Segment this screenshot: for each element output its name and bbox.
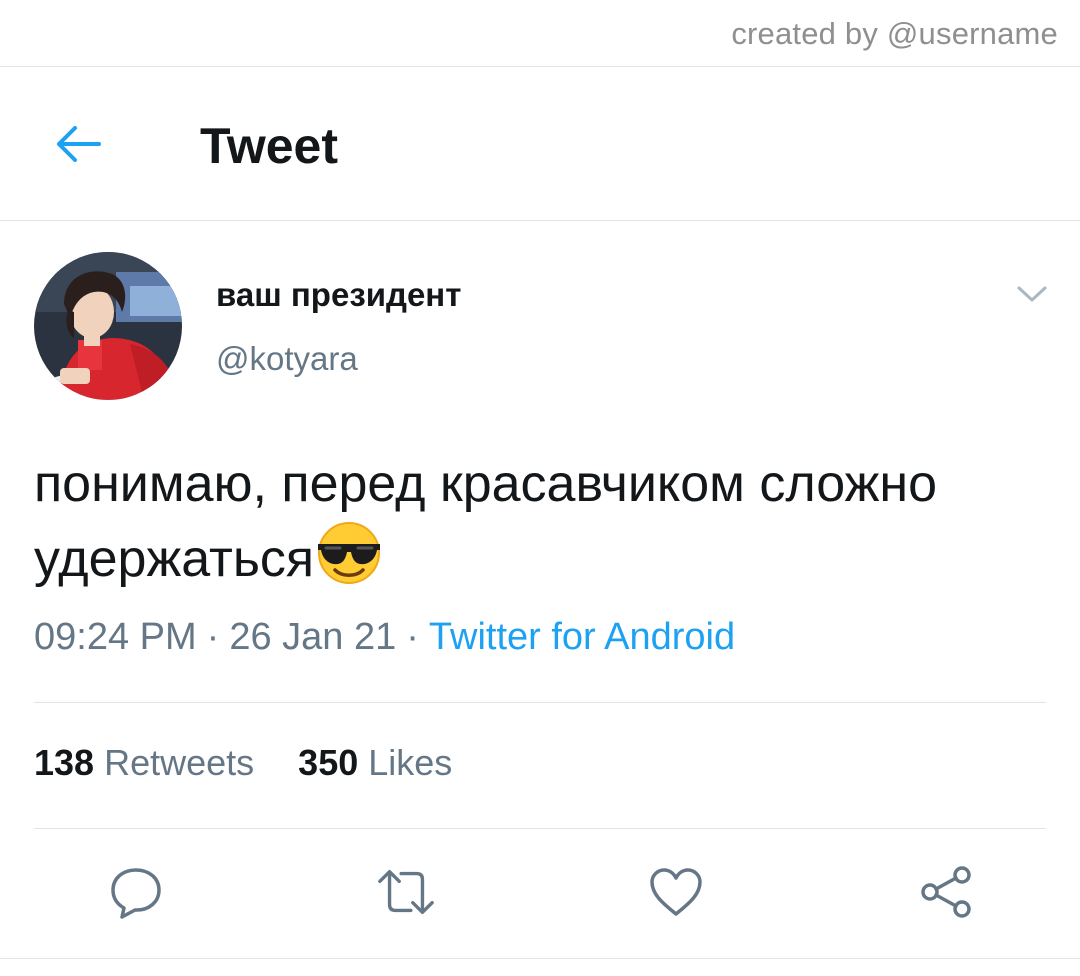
meta-divider [34, 702, 1046, 703]
avatar-image [34, 252, 182, 400]
retweets-count: 138 [34, 742, 95, 783]
tweet-stats: 138 Retweets 350 Likes [34, 742, 452, 784]
header: Tweet [0, 68, 1080, 220]
stats-divider [34, 828, 1046, 829]
retweet-button[interactable] [376, 862, 436, 922]
bottom-divider [0, 958, 1080, 959]
sunglasses-emoji-icon [318, 522, 381, 584]
tweet-meta: 09:24 PM · 26 Jan 21 · Twitter for Android [34, 616, 735, 659]
share-button[interactable] [916, 862, 976, 922]
tweet-text: понимаю, перед красавчиком сложно удержа… [34, 448, 1054, 595]
retweets-label: Retweets [104, 742, 255, 783]
likes-count: 350 [298, 742, 359, 783]
reply-button[interactable] [106, 862, 166, 922]
retweets-stat[interactable]: 138 Retweets [34, 742, 254, 784]
likes-stat[interactable]: 350 Likes [298, 742, 452, 784]
author-handle[interactable]: @kotyara [216, 340, 358, 378]
meta-separator: · [206, 616, 220, 658]
reply-icon [111, 868, 161, 919]
header-divider [0, 220, 1080, 221]
author-name[interactable]: ваш президент [216, 276, 461, 314]
back-arrow-icon [57, 126, 101, 162]
chevron-down-icon [1017, 286, 1047, 302]
meta-separator: · [406, 616, 419, 658]
like-button[interactable] [646, 862, 706, 922]
top-divider [0, 66, 1080, 67]
likes-label: Likes [368, 742, 453, 783]
tweet-menu-button[interactable] [1010, 272, 1054, 316]
avatar[interactable] [34, 252, 182, 400]
like-icon [650, 868, 702, 916]
tweet-date: 26 Jan 21 [229, 616, 397, 658]
tweet-screen: created by @username Tweet ваш президент… [0, 0, 1080, 976]
retweet-icon [378, 869, 434, 915]
watermark: created by @username [731, 16, 1058, 51]
tweet-body: понимаю, перед красавчиком сложно удержа… [34, 455, 938, 588]
back-button[interactable] [50, 116, 106, 172]
share-icon [921, 866, 971, 918]
tweet-source-link[interactable]: Twitter for Android [429, 616, 735, 658]
tweet-time: 09:24 PM [34, 616, 197, 658]
page-title: Tweet [200, 118, 338, 174]
